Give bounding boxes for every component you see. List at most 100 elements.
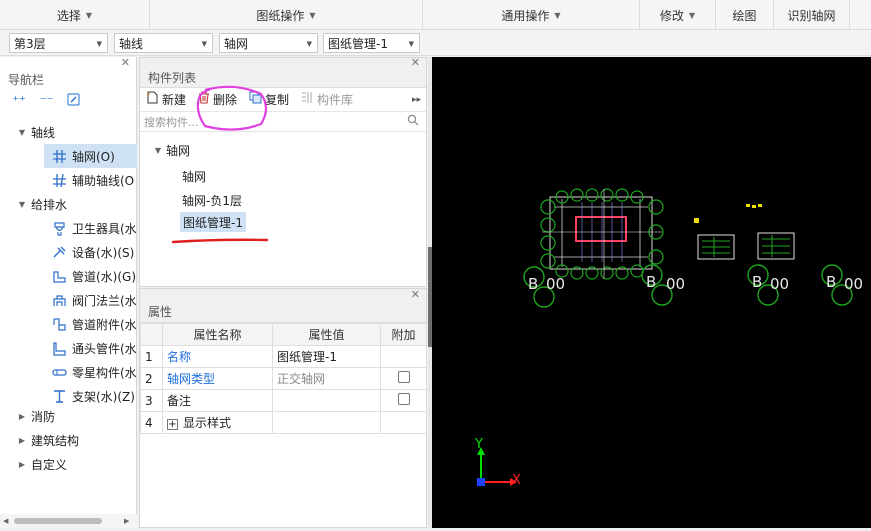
new-button[interactable]: 新建 <box>146 91 186 108</box>
nav-item-label: 辅助轴线(O <box>72 173 135 188</box>
ucs-axis-indicator <box>477 447 517 486</box>
new-doc-icon <box>146 91 159 108</box>
ribbon-group-label: 识别轴网 <box>787 8 836 23</box>
nav-group-label: 轴线 <box>31 125 56 140</box>
ribbon-group-identify-axis[interactable]: 识别轴网 <box>774 0 850 30</box>
table-row[interactable]: 4 + 显示样式 <box>140 411 427 434</box>
floor-select[interactable]: 第3层 ▼ <box>9 33 108 53</box>
nav-item-sanitary[interactable]: 卫生器具(水 <box>0 216 137 240</box>
component-item-axis-basement[interactable]: 轴网-负1层 <box>182 190 242 210</box>
component-item-drawing-mgmt[interactable]: 图纸管理-1 <box>180 212 246 232</box>
props-close-strip: ✕ <box>140 288 426 301</box>
header-name: 属性名称 <box>162 323 273 346</box>
scroll-left-icon[interactable]: ◀ <box>3 517 8 525</box>
annotation-underline <box>171 238 269 244</box>
nav-group-axis[interactable]: ▼ 轴线 <box>0 120 137 144</box>
nav-item-pipe[interactable]: 管道(水)(G) <box>0 264 137 288</box>
nav-item-misc-part[interactable]: 零星构件(水 <box>0 360 137 384</box>
table-row[interactable]: 2 轴网类型 正交轴网 <box>140 367 427 390</box>
property-value[interactable] <box>272 389 381 412</box>
property-value[interactable]: 正交轴网 <box>272 367 381 390</box>
expand-plus-icon[interactable]: + <box>167 419 178 430</box>
component-item-axis-grid[interactable]: 轴网 <box>182 166 206 186</box>
properties-panel: ✕ 属性 属性名称 属性值 附加 1 名称 图纸管理-1 2 轴网类型 正交轴网… <box>139 288 427 528</box>
nav-item-label: 管道(水)(G) <box>72 269 137 284</box>
svg-text:B: B <box>646 273 656 291</box>
more-icon[interactable]: ▸▸ <box>412 95 421 105</box>
grid-icon <box>50 148 68 164</box>
chevron-down-icon: ▼ <box>688 10 696 20</box>
ribbon-group-headers: 选择 ▼ 图纸操作 ▼ 通用操作 ▼ 修改 ▼ 绘图 识别轴网 <box>0 0 871 30</box>
ribbon-group-modify[interactable]: 修改 ▼ <box>640 0 716 30</box>
checkbox[interactable] <box>397 393 410 405</box>
property-name: 名称 <box>162 345 273 368</box>
tee-icon <box>50 340 68 356</box>
nav-item-tee[interactable]: 通头管件(水 <box>0 336 137 360</box>
ribbon-group-general-ops[interactable]: 通用操作 ▼ <box>423 0 640 30</box>
chevron-down-icon: ▼ <box>85 10 93 20</box>
panel-title: 属性 <box>148 305 173 319</box>
drawing-content: B 00 B 00 B 00 B 00 <box>477 188 863 486</box>
svg-text:B: B <box>826 273 836 291</box>
ribbon-group-label: 绘图 <box>732 8 757 23</box>
nav-group-structure[interactable]: ▶ 建筑结构 <box>0 428 137 452</box>
row-num: 2 <box>140 367 163 390</box>
close-icon[interactable]: ✕ <box>411 288 420 301</box>
ribbon-group-drawing-ops[interactable]: 图纸操作 ▼ <box>150 0 423 30</box>
scroll-right-icon[interactable]: ▶ <box>124 517 129 525</box>
header-num <box>140 323 163 346</box>
nav-item-grid[interactable]: 轴网(O) <box>0 144 137 168</box>
nav-group-label: 建筑结构 <box>31 433 80 448</box>
header-extra: 附加 <box>380 323 427 346</box>
expand-all-icon[interactable]: ⁺⁺ <box>12 94 26 109</box>
row-num: 3 <box>140 389 163 412</box>
search-input[interactable]: 搜索构件... <box>144 114 199 130</box>
nav-item-equipment[interactable]: 设备(水)(S) <box>0 240 137 264</box>
panel-title: 构件列表 <box>148 71 197 85</box>
ribbon-group-select[interactable]: 选择 ▼ <box>0 0 150 30</box>
component-tree-root[interactable]: ▼ 轴网 <box>152 142 190 159</box>
nav-group-custom[interactable]: ▶ 自定义 <box>0 452 137 476</box>
nav-item-pipe-fitting[interactable]: 管道附件(水 <box>0 312 137 336</box>
nav-item-label: 通头管件(水 <box>72 341 137 356</box>
collapse-all-icon[interactable]: ⁻⁻ <box>40 94 54 109</box>
library-button[interactable]: 构件库 <box>301 91 353 108</box>
nav-item-valve[interactable]: 阀门法兰(水 <box>0 288 137 312</box>
property-value[interactable] <box>272 411 381 434</box>
edit-icon[interactable] <box>67 93 80 110</box>
nav-horizontal-scrollbar[interactable]: ◀ ▶ <box>0 514 137 528</box>
cad-canvas[interactable]: B 00 B 00 B 00 B 00 Y X <box>432 57 871 528</box>
nav-item-label: 支架(水)(Z) <box>72 389 135 404</box>
category-select-value: 轴线 <box>119 36 144 51</box>
type-select[interactable]: 轴网 ▼ <box>219 33 318 53</box>
caret-down-icon: ▼ <box>154 146 162 155</box>
svg-text:00: 00 <box>666 275 685 293</box>
nav-group-fire[interactable]: ▶ 消防 <box>0 404 137 428</box>
row-num: 1 <box>140 345 163 368</box>
tree-root-label: 轴网 <box>166 144 191 158</box>
nav-item-label: 设备(水)(S) <box>72 245 135 260</box>
nav-item-aux-axis[interactable]: 辅助轴线(O <box>0 168 137 192</box>
scrollbar-thumb[interactable] <box>14 518 102 524</box>
svg-text:00: 00 <box>546 275 565 293</box>
valve-icon <box>50 292 68 308</box>
close-icon[interactable]: ✕ <box>121 56 130 69</box>
search-icon[interactable] <box>407 114 419 129</box>
category-select[interactable]: 轴线 ▼ <box>114 33 213 53</box>
svg-text:00: 00 <box>844 275 863 293</box>
aux-axis-icon <box>50 172 68 188</box>
nav-group-label: 自定义 <box>31 457 68 472</box>
nav-item-label: 轴网(O) <box>72 149 115 164</box>
component-search[interactable]: 搜索构件... <box>140 112 426 132</box>
table-row[interactable]: 1 名称 图纸管理-1 <box>140 345 427 368</box>
table-row[interactable]: 3 备注 <box>140 389 427 412</box>
property-value[interactable]: 图纸管理-1 <box>272 345 381 368</box>
equipment-icon <box>50 244 68 260</box>
nav-group-plumbing[interactable]: ▼ 给排水 <box>0 192 137 216</box>
checkbox[interactable] <box>397 371 410 383</box>
ribbon-group-draw[interactable]: 绘图 <box>716 0 774 30</box>
drawing-select[interactable]: 图纸管理-1 ▼ <box>323 33 420 53</box>
ribbon-group-label: 修改 <box>659 8 684 23</box>
nav-item-label: 卫生器具(水 <box>72 221 137 236</box>
caret-right-icon: ▶ <box>18 435 26 445</box>
